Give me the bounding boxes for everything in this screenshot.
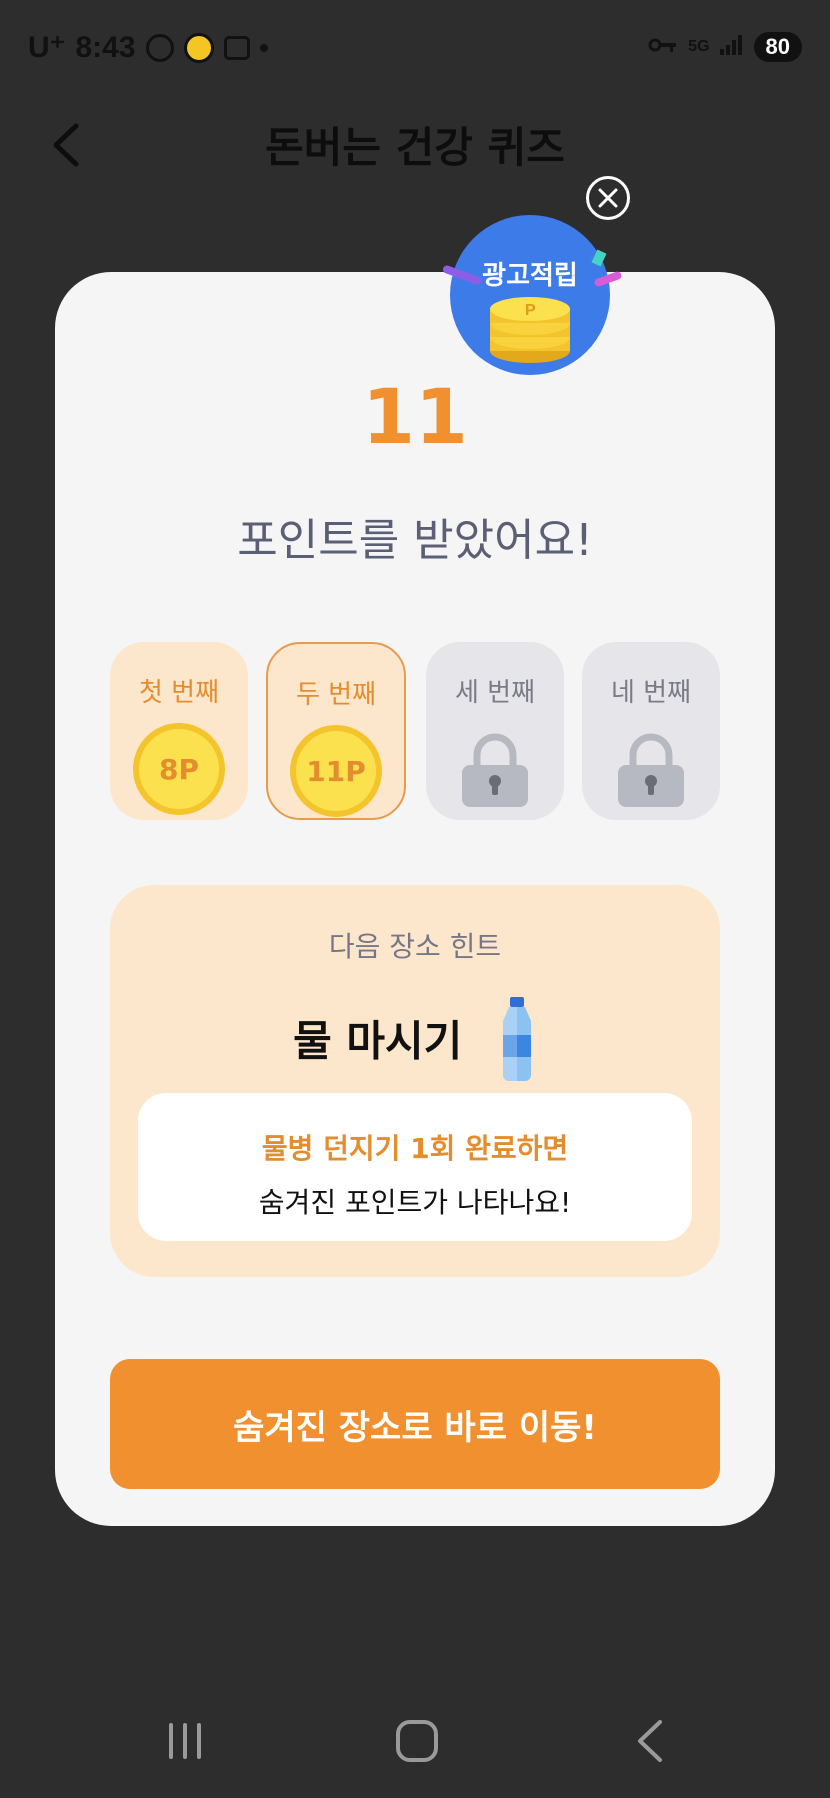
signal-icon: [719, 33, 744, 61]
home-button[interactable]: [382, 1706, 452, 1776]
back-nav-button[interactable]: [614, 1706, 684, 1776]
step-label: 네 번째: [610, 678, 692, 708]
notification-dot-icon: [259, 43, 268, 52]
coin-stack-icon: P: [490, 297, 570, 363]
step-4: 네 번째: [582, 642, 720, 820]
recent-apps-button[interactable]: [150, 1706, 220, 1776]
coin-icon: 11P: [290, 725, 382, 817]
screenshot-icon: [223, 35, 250, 60]
step-label: 두 번째: [295, 680, 377, 710]
step-label: 세 번째: [454, 678, 536, 708]
coin-icon: 8P: [133, 723, 225, 815]
hint-subtitle: 다음 장소 힌트: [328, 930, 502, 963]
settings-status-icon: [145, 33, 174, 62]
step-1: 첫 번째 8P: [110, 642, 248, 820]
back-icon: [638, 1720, 662, 1762]
recent-apps-icon: [169, 1723, 201, 1759]
hint-condition: 물병 던지기 1회 완료하면: [261, 1132, 569, 1165]
status-right: 5G 80: [648, 32, 802, 62]
close-icon: [598, 188, 618, 208]
next-location-hint: 다음 장소 힌트 물 마시기 물병 던지기 1회 완료하면 숨겨진 포인트가 나…: [110, 885, 720, 1277]
system-nav-bar: [0, 1688, 830, 1798]
water-bottle-icon: [497, 997, 537, 1091]
home-icon: [396, 1720, 438, 1762]
step-value: 8P: [158, 752, 199, 786]
go-to-hidden-location-button[interactable]: 숨겨진 장소로 바로 이동!: [110, 1359, 720, 1489]
reward-card: 11 포인트를 받았어요! 첫 번째 8P 두 번째 11P 세 번째 네 번째…: [55, 272, 775, 1526]
hint-title-text: 물 마시기: [293, 1016, 463, 1066]
close-button[interactable]: [586, 176, 630, 220]
step-label: 첫 번째: [138, 678, 220, 708]
reward-message: 포인트를 받았어요!: [237, 515, 593, 566]
status-left: U⁺ 8:43: [28, 30, 268, 65]
earned-points: 11: [362, 372, 468, 461]
hint-instruction-box: 물병 던지기 1회 완료하면 숨겨진 포인트가 나타나요!: [138, 1093, 692, 1241]
weather-sun-icon: [183, 32, 214, 63]
step-2: 두 번째 11P: [266, 642, 406, 820]
lock-icon: [616, 733, 686, 807]
battery-indicator: 80: [753, 32, 802, 62]
lock-icon: [460, 733, 530, 807]
step-progress: 첫 번째 8P 두 번째 11P 세 번째 네 번째: [110, 642, 720, 822]
carrier-label: U⁺: [28, 31, 66, 64]
ad-reward-badge: 광고적립 P: [441, 215, 623, 375]
status-bar: U⁺ 8:43 5G 80: [0, 0, 830, 100]
app-header: 돈버는 건강 퀴즈: [0, 100, 830, 190]
hint-title: 물 마시기: [110, 997, 720, 1091]
step-value: 11P: [306, 754, 366, 788]
network-label: 5G: [688, 38, 710, 55]
step-3: 세 번째: [426, 642, 564, 820]
page-title: 돈버는 건강 퀴즈: [265, 123, 565, 172]
key-icon: [648, 34, 678, 60]
hint-result: 숨겨진 포인트가 나타나요!: [258, 1186, 572, 1219]
svg-text:P: P: [525, 302, 536, 319]
cta-label: 숨겨진 장소로 바로 이동!: [233, 1407, 597, 1448]
clock: 8:43: [75, 30, 136, 64]
